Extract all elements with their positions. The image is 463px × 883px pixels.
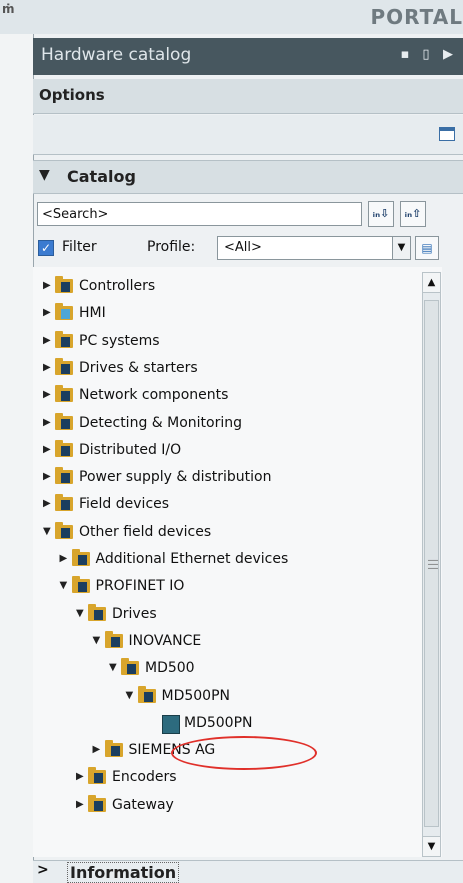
- collapse-arrow-icon[interactable]: ▶: [43, 300, 53, 326]
- app-mark: ṁ: [2, 2, 15, 16]
- collapse-panel-icon[interactable]: ▶: [440, 47, 456, 63]
- catalog-title: Catalog: [67, 167, 136, 186]
- tree-item-label: HMI: [79, 305, 106, 322]
- tree-item-label: INOVANCE: [128, 632, 202, 649]
- expand-arrow-icon[interactable]: ▼: [60, 573, 70, 599]
- dropdown-arrow-icon[interactable]: ▼: [392, 237, 410, 259]
- tree-item-label: Network components: [79, 387, 229, 404]
- chevron-right-icon[interactable]: >: [37, 862, 49, 878]
- profile-value: <All>: [224, 240, 262, 255]
- expand-arrow-icon[interactable]: ▼: [93, 628, 103, 654]
- catalog-header[interactable]: ▼ Catalog: [33, 160, 463, 194]
- tree-item-label: PROFINET IO: [95, 578, 185, 595]
- options-title: Options: [39, 86, 105, 104]
- tree-item-label: Power supply & distribution: [79, 469, 272, 486]
- information-header[interactable]: > Information: [33, 860, 463, 883]
- folder-icon: [55, 276, 73, 293]
- scroll-thumb[interactable]: ― ― ―: [424, 300, 439, 827]
- grip-icon: ― ― ―: [428, 555, 438, 574]
- collapse-arrow-icon[interactable]: ▶: [76, 792, 86, 818]
- options-header[interactable]: Options: [33, 79, 463, 114]
- search-down-button[interactable]: ᵢₙ⇩: [368, 201, 394, 227]
- information-label: Information: [67, 862, 180, 883]
- folder-icon: [55, 303, 73, 321]
- collapse-arrow-icon[interactable]: ▶: [43, 464, 53, 490]
- profile-select[interactable]: <All> ▼: [217, 236, 411, 260]
- tree-item-label: Field devices: [79, 496, 170, 513]
- scroll-up-icon[interactable]: ▲: [423, 273, 440, 293]
- folder-icon: [104, 740, 123, 758]
- folder-icon: [137, 685, 156, 703]
- tree-item-label: PC systems: [79, 332, 160, 349]
- folder-icon: [55, 467, 73, 485]
- collapse-arrow-icon[interactable]: ▶: [76, 764, 86, 790]
- collapse-arrow-icon[interactable]: ▶: [43, 273, 53, 299]
- tree-item-label: MD500: [145, 660, 195, 677]
- app-title: PORTAL: [370, 5, 463, 29]
- expand-arrow-icon[interactable]: ▼: [109, 655, 119, 681]
- folder-icon: [55, 412, 73, 430]
- collapse-arrow-icon[interactable]: ▶: [43, 491, 53, 517]
- expand-arrow-icon[interactable]: ▼: [76, 601, 86, 627]
- tree-item-label: Encoders: [112, 769, 177, 786]
- view-mode-icon[interactable]: [439, 127, 455, 141]
- expand-arrow-icon[interactable]: ▼: [43, 519, 53, 545]
- highlight-ellipse: [171, 736, 317, 770]
- folder-icon: [121, 658, 139, 676]
- tree-item-label: Drives: [112, 605, 157, 622]
- collapse-arrow-icon[interactable]: ▶: [43, 355, 53, 381]
- options-area: [33, 115, 463, 155]
- folder-icon: [88, 794, 106, 812]
- chevron-down-icon[interactable]: ▼: [39, 167, 50, 183]
- search-up-button[interactable]: ᵢₙ⇧: [400, 201, 426, 227]
- profile-label: Profile:: [147, 239, 196, 255]
- collapse-arrow-icon[interactable]: ▶: [43, 382, 53, 408]
- folder-icon: [55, 385, 73, 403]
- search-input[interactable]: [37, 202, 362, 226]
- collapse-arrow-icon[interactable]: ▶: [60, 546, 70, 572]
- profile-edit-button[interactable]: ▤: [415, 236, 439, 260]
- folder-icon: [55, 494, 73, 512]
- filter-checkbox[interactable]: ✓: [38, 240, 54, 256]
- tree-scrollbar[interactable]: ▲ ― ― ― ▼: [422, 272, 441, 857]
- tree-item-label: Drives & starters: [79, 359, 198, 376]
- folder-icon: [88, 767, 106, 785]
- filter-label: Filter: [62, 239, 97, 255]
- folder-icon: [71, 549, 90, 566]
- tree-item-label: Distributed I/O: [79, 441, 182, 458]
- tree-item-label: Detecting & Monitoring: [79, 414, 243, 431]
- panel-title: Hardware catalog: [41, 45, 192, 65]
- folder-icon: [55, 330, 73, 348]
- collapse-arrow-icon[interactable]: ▶: [43, 437, 53, 463]
- panel-header: Hardware catalog ▪ ▯ ▶: [33, 38, 463, 75]
- tree-item-label: Additional Ethernet devices: [95, 551, 289, 567]
- folder-icon: [71, 576, 90, 594]
- float-window-icon[interactable]: ▪: [397, 47, 413, 63]
- folder-icon: [88, 603, 106, 621]
- tree-item-label: Gateway: [112, 796, 174, 813]
- collapse-arrow-icon[interactable]: ▶: [43, 410, 53, 436]
- tree-item-label: Controllers: [79, 278, 156, 294]
- tree-item-label: MD500PN: [161, 687, 231, 704]
- folder-icon: [55, 521, 73, 539]
- collapse-arrow-icon[interactable]: ▶: [93, 737, 103, 763]
- tree-item-label: Other field devices: [79, 523, 212, 540]
- scroll-down-icon[interactable]: ▼: [423, 836, 440, 856]
- folder-icon: [104, 630, 123, 648]
- folder-icon: [55, 357, 73, 375]
- expand-arrow-icon[interactable]: ▼: [126, 683, 136, 709]
- collapse-arrow-icon[interactable]: ▶: [43, 328, 53, 354]
- split-view-icon[interactable]: ▯: [418, 47, 434, 63]
- tree-item-label: MD500PN: [184, 714, 253, 731]
- device-icon: [162, 714, 180, 734]
- folder-icon: [55, 439, 73, 457]
